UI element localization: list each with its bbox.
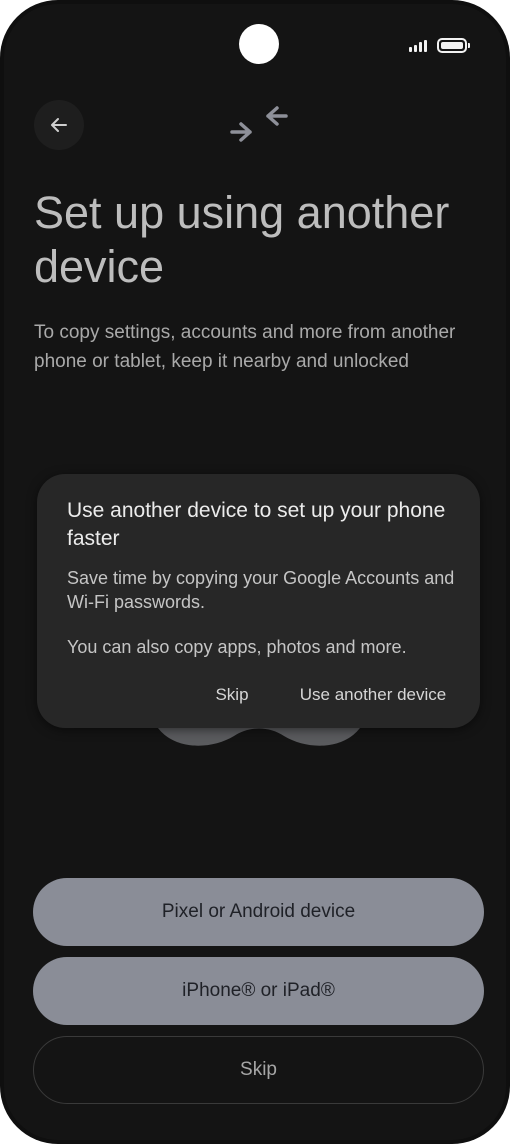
page-title: Set up using another device	[34, 187, 450, 292]
pixel-android-button[interactable]: Pixel or Android device	[33, 878, 484, 946]
signal-bars-icon	[409, 40, 431, 52]
battery-icon	[437, 38, 470, 53]
back-button[interactable]	[34, 100, 84, 150]
setup-dialog: Use another device to set up your phone …	[37, 474, 480, 728]
front-camera	[239, 24, 279, 64]
iphone-ipad-button[interactable]: iPhone® or iPad®	[33, 957, 484, 1025]
phone-frame: Set up using another device To copy sett…	[0, 0, 510, 1144]
dialog-use-another-device-button[interactable]: Use another device	[289, 679, 457, 711]
dialog-body-time: Save time by copying your Google Account…	[67, 568, 455, 612]
dialog-body-apps: You can also copy apps, photos and more.	[67, 637, 407, 657]
skip-button[interactable]: Skip	[33, 1036, 484, 1104]
page-description: To copy settings, accounts and more from…	[34, 322, 456, 372]
dialog-skip-button[interactable]: Skip	[205, 679, 259, 711]
arrow-left-icon	[51, 118, 67, 132]
transfer-arrows-icon	[230, 106, 288, 142]
screen: Set up using another device To copy sett…	[4, 4, 506, 1140]
dialog-title: Use another device to set up your phone …	[67, 499, 446, 550]
